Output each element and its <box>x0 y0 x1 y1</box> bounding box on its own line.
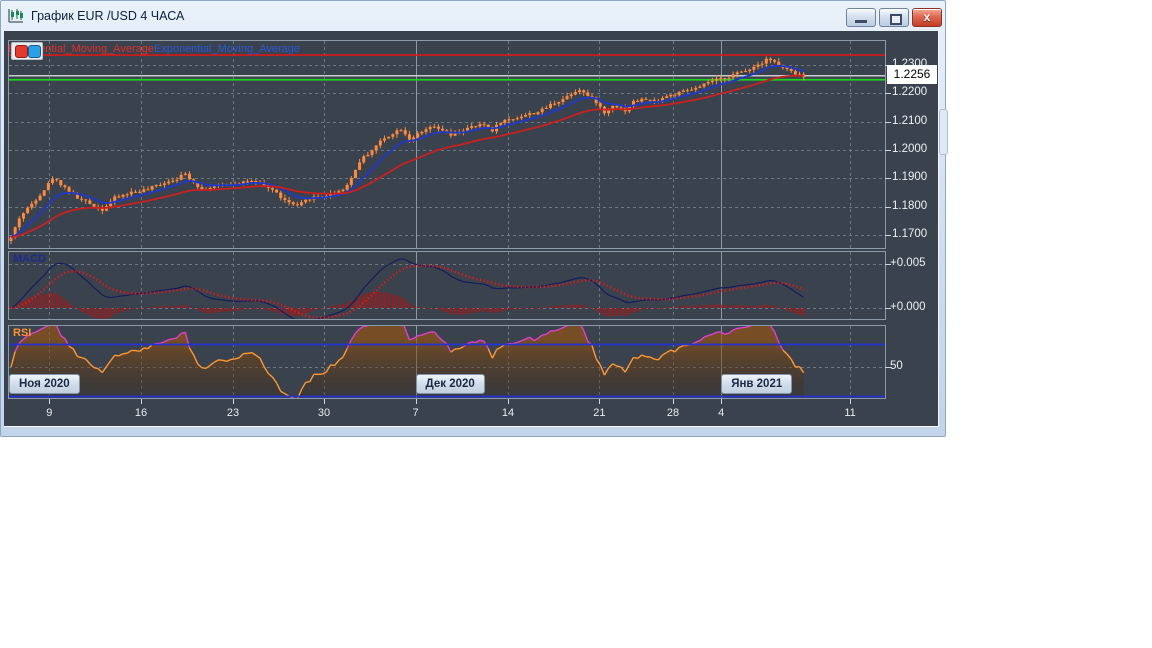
month-button[interactable]: Янв 2021 <box>721 374 793 394</box>
chart-window: График EUR /USD 4 ЧАСА x Exponential_Mov… <box>0 0 948 437</box>
minimize-button[interactable] <box>846 8 876 27</box>
maximize-button[interactable] <box>879 8 909 27</box>
blue-swatch-button[interactable] <box>28 45 41 58</box>
time-axis-tick-label: 7 <box>412 407 419 419</box>
macd-panel-label: MACD <box>13 253 46 265</box>
time-axis-tick-label: 21 <box>593 407 606 419</box>
chart-client-area: Exponential_Moving_Average Exponential_M… <box>4 31 939 427</box>
window-title: График EUR /USD 4 ЧАСА <box>31 9 185 23</box>
time-axis-tick-label: 11 <box>844 407 856 419</box>
time-axis-tick-label: 16 <box>134 407 148 419</box>
macd-axis-label-zero: +0.000 <box>890 301 926 313</box>
current-price-box: 1.2256 <box>887 65 937 84</box>
minimize-icon <box>855 20 867 23</box>
legend-ema-blue[interactable]: Exponential_Moving_Average <box>154 43 300 55</box>
red-swatch-button[interactable] <box>15 45 28 58</box>
price-axis-label: 1.1700 <box>892 227 928 240</box>
price-axis-label: 1.2200 <box>892 86 928 99</box>
chart-canvas[interactable] <box>4 31 938 426</box>
time-axis-tick-label: 28 <box>666 407 680 419</box>
time-axis-tick-label: 23 <box>226 407 240 419</box>
time-axis-tick-label: 30 <box>317 407 331 419</box>
vertical-scrollbar-thumb[interactable] <box>939 109 948 155</box>
candlestick-chart-icon <box>8 9 23 23</box>
time-axis-tick-label: 14 <box>501 407 515 419</box>
close-button[interactable]: x <box>912 8 942 27</box>
price-axis-label: 1.1900 <box>892 171 928 184</box>
price-axis-label: 1.2100 <box>892 114 928 127</box>
macd-axis-label-high: +0.005 <box>890 257 926 269</box>
price-axis-label: 1.1800 <box>892 199 928 212</box>
title-bar[interactable]: График EUR /USD 4 ЧАСА x <box>1 1 945 31</box>
month-button[interactable]: Ноя 2020 <box>9 374 80 394</box>
price-axis-label: 1.2000 <box>892 142 928 155</box>
month-button[interactable]: Дек 2020 <box>415 374 485 394</box>
close-icon: x <box>923 10 931 24</box>
rsi-axis-label-50: 50 <box>890 360 903 372</box>
rsi-panel-label: RSI <box>13 327 32 339</box>
time-axis-tick-label: 9 <box>46 407 53 419</box>
time-axis-tick-label: 4 <box>718 407 725 419</box>
restore-icon <box>890 14 902 25</box>
legend-swatch-box <box>11 42 43 60</box>
